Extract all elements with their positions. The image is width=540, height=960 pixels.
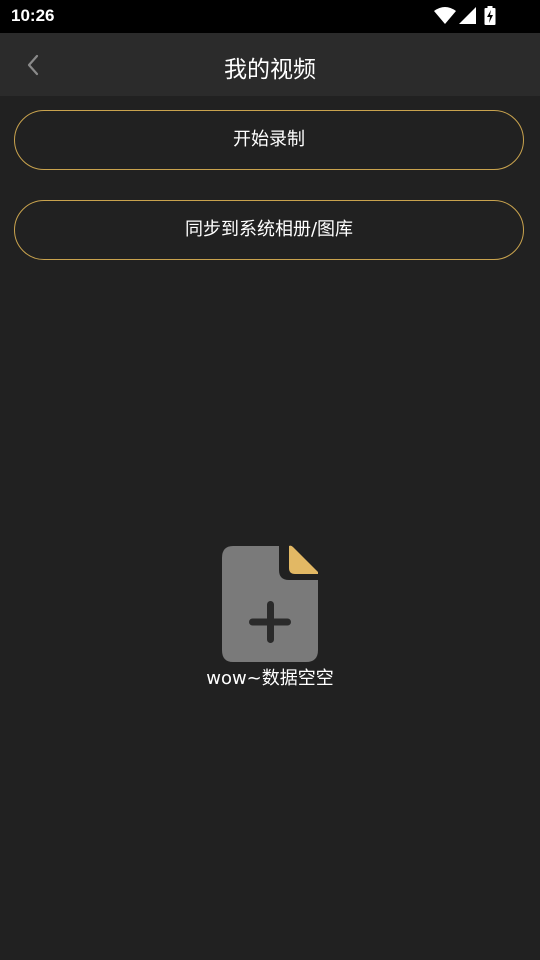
- status-bar: 10:26: [0, 0, 540, 33]
- empty-state-message: wow~数据空空: [206, 668, 334, 689]
- cellular-signal-icon: [459, 7, 476, 24]
- add-file-icon: [222, 545, 318, 662]
- start-recording-button[interactable]: 开始录制: [14, 110, 524, 170]
- app-bar: 我的视频: [0, 33, 540, 96]
- sync-to-gallery-button[interactable]: 同步到系统相册/图库: [14, 200, 524, 260]
- status-icons: [434, 6, 504, 26]
- wifi-icon: [434, 7, 456, 24]
- status-time: 10:26: [11, 6, 55, 25]
- page-title: 我的视频: [224, 57, 316, 83]
- battery-charging-icon: [484, 6, 496, 25]
